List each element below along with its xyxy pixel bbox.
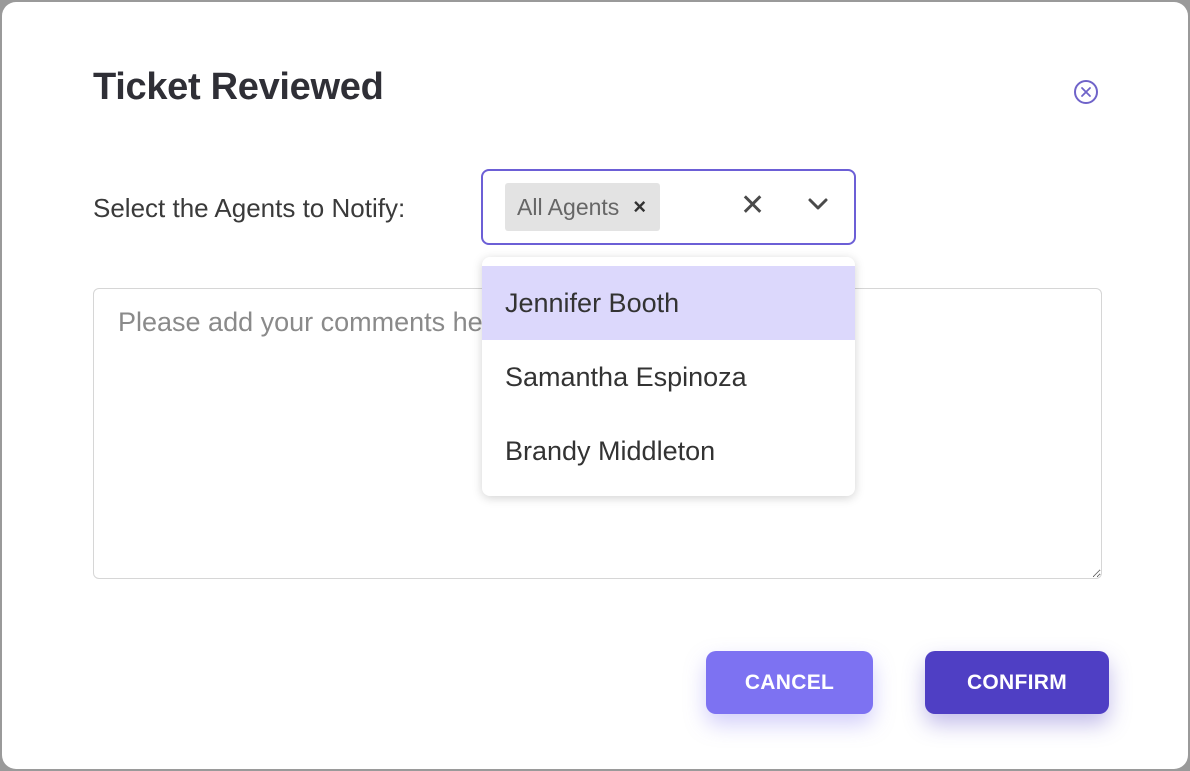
- chevron-down-icon[interactable]: [807, 197, 829, 216]
- agent-option-brandy-middleton[interactable]: Brandy Middleton: [482, 414, 855, 488]
- chip-label: All Agents: [517, 193, 620, 220]
- clear-selection-icon[interactable]: ✕: [740, 191, 765, 221]
- agents-select-label: Select the Agents to Notify:: [93, 193, 406, 223]
- close-icon[interactable]: [1074, 80, 1098, 104]
- confirm-button[interactable]: CONFIRM: [925, 651, 1109, 714]
- agent-option-samantha-espinoza[interactable]: Samantha Espinoza: [482, 340, 855, 414]
- ticket-reviewed-dialog: Ticket Reviewed Select the Agents to Not…: [2, 2, 1188, 769]
- agent-option-jennifer-booth[interactable]: Jennifer Booth: [482, 266, 855, 340]
- dialog-title: Ticket Reviewed: [93, 66, 384, 108]
- chip-remove-icon[interactable]: ×: [633, 196, 646, 218]
- selected-agent-chip: All Agents ×: [505, 183, 661, 231]
- agents-dropdown-menu: Jennifer Booth Samantha Espinoza Brandy …: [482, 257, 855, 496]
- agents-select[interactable]: All Agents × ✕: [481, 169, 856, 245]
- cancel-button[interactable]: CANCEL: [706, 651, 873, 714]
